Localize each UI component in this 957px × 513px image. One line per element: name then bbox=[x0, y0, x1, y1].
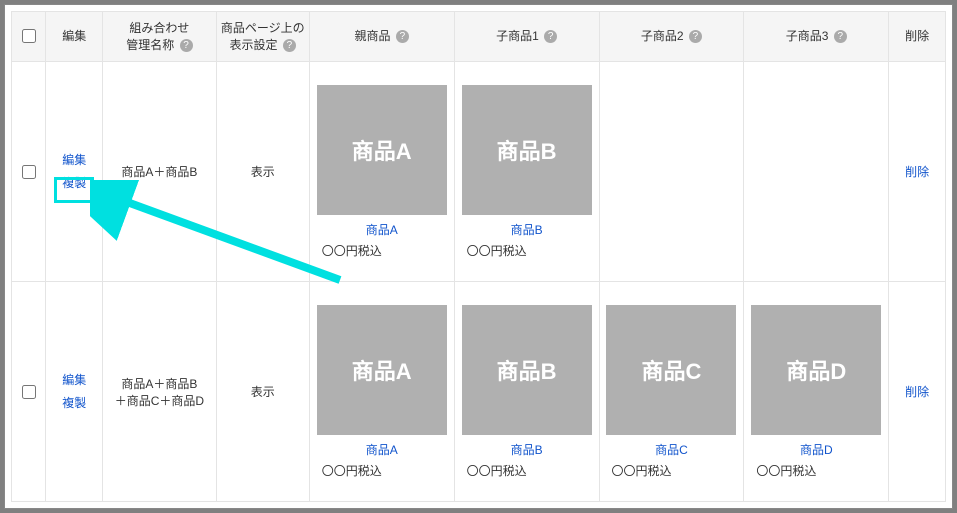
thumb-label: 商品C bbox=[641, 354, 701, 386]
header-child2-label: 子商品2 bbox=[641, 29, 684, 43]
name-text: 商品A＋商品B bbox=[121, 165, 197, 179]
combination-name: 商品A＋商品B bbox=[103, 62, 216, 282]
product-title-link[interactable]: 商品C bbox=[604, 441, 740, 458]
product-thumbnail: 商品B bbox=[462, 85, 592, 215]
help-icon[interactable]: ? bbox=[283, 39, 296, 52]
header-child3-label: 子商品3 bbox=[786, 29, 829, 43]
thumb-label: 商品A bbox=[352, 134, 412, 166]
product-title-link[interactable]: 商品B bbox=[459, 441, 595, 458]
header-delete: 削除 bbox=[889, 12, 946, 62]
header-child2: 子商品2 ? bbox=[599, 12, 744, 62]
header-display-l2: 表示設定 bbox=[230, 38, 278, 52]
child3-product-cell: 商品D 商品D 〇〇円税込 bbox=[744, 282, 889, 502]
table-row: 編集 複製 商品A＋商品B ＋商品C＋商品D 表示 商品A 商品A 〇〇円税込 … bbox=[12, 282, 946, 502]
product-thumbnail: 商品D bbox=[751, 305, 881, 435]
header-checkbox bbox=[12, 12, 46, 62]
product-title-link[interactable]: 商品B bbox=[459, 221, 595, 238]
help-icon[interactable]: ? bbox=[180, 39, 193, 52]
header-parent-label: 親商品 bbox=[355, 29, 391, 43]
help-icon[interactable]: ? bbox=[396, 30, 409, 43]
child1-product-cell: 商品B 商品B 〇〇円税込 bbox=[454, 62, 599, 282]
header-display: 商品ページ上の 表示設定 ? bbox=[216, 12, 309, 62]
header-display-l1: 商品ページ上の bbox=[221, 21, 305, 35]
header-name-l2: 管理名称 bbox=[126, 38, 174, 52]
header-edit-label: 編集 bbox=[62, 29, 86, 43]
child2-product-cell: 商品C 商品C 〇〇円税込 bbox=[599, 282, 744, 502]
product-price: 〇〇円税込 bbox=[748, 462, 884, 479]
name-text-l1: 商品A＋商品B bbox=[121, 377, 197, 391]
help-icon[interactable]: ? bbox=[544, 30, 557, 43]
product-price: 〇〇円税込 bbox=[459, 242, 595, 259]
name-text-l2: ＋商品C＋商品D bbox=[115, 394, 204, 408]
product-title-link[interactable]: 商品A bbox=[314, 441, 450, 458]
product-price: 〇〇円税込 bbox=[314, 462, 450, 479]
copy-link[interactable]: 複製 bbox=[50, 172, 98, 195]
parent-product-cell: 商品A 商品A 〇〇円税込 bbox=[309, 62, 454, 282]
combination-table: 編集 組み合わせ 管理名称 ? 商品ページ上の 表示設定 ? 親商品 ? 子商品… bbox=[11, 11, 946, 502]
header-child1-label: 子商品1 bbox=[496, 29, 539, 43]
parent-product-cell: 商品A 商品A 〇〇円税込 bbox=[309, 282, 454, 502]
header-child1: 子商品1 ? bbox=[454, 12, 599, 62]
delete-link[interactable]: 削除 bbox=[905, 385, 929, 399]
thumb-label: 商品B bbox=[497, 134, 557, 166]
edit-link[interactable]: 編集 bbox=[50, 149, 98, 172]
child3-product-cell bbox=[744, 62, 889, 282]
delete-link[interactable]: 削除 bbox=[905, 165, 929, 179]
product-price: 〇〇円税込 bbox=[314, 242, 450, 259]
product-thumbnail: 商品B bbox=[462, 305, 592, 435]
product-title-link[interactable]: 商品D bbox=[748, 441, 884, 458]
product-price: 〇〇円税込 bbox=[604, 462, 740, 479]
help-icon[interactable]: ? bbox=[834, 30, 847, 43]
combination-name: 商品A＋商品B ＋商品C＋商品D bbox=[103, 282, 216, 502]
thumb-label: 商品D bbox=[786, 354, 846, 386]
header-name: 組み合わせ 管理名称 ? bbox=[103, 12, 216, 62]
display-text: 表示 bbox=[251, 165, 275, 179]
display-setting: 表示 bbox=[216, 62, 309, 282]
product-thumbnail: 商品C bbox=[606, 305, 736, 435]
table-row: 編集 複製 商品A＋商品B 表示 商品A 商品A 〇〇円税込 商品B 商品B 〇… bbox=[12, 62, 946, 282]
table-container: 編集 組み合わせ 管理名称 ? 商品ページ上の 表示設定 ? 親商品 ? 子商品… bbox=[4, 4, 953, 509]
display-setting: 表示 bbox=[216, 282, 309, 502]
copy-link[interactable]: 複製 bbox=[50, 392, 98, 415]
help-icon[interactable]: ? bbox=[689, 30, 702, 43]
select-all-checkbox[interactable] bbox=[22, 29, 36, 43]
child1-product-cell: 商品B 商品B 〇〇円税込 bbox=[454, 282, 599, 502]
product-thumbnail: 商品A bbox=[317, 85, 447, 215]
child2-product-cell bbox=[599, 62, 744, 282]
row-checkbox[interactable] bbox=[22, 165, 36, 179]
header-parent: 親商品 ? bbox=[309, 12, 454, 62]
header-edit: 編集 bbox=[46, 12, 103, 62]
product-title-link[interactable]: 商品A bbox=[314, 221, 450, 238]
thumb-label: 商品A bbox=[352, 354, 412, 386]
header-name-l1: 組み合わせ bbox=[129, 21, 189, 35]
row-checkbox[interactable] bbox=[22, 385, 36, 399]
header-child3: 子商品3 ? bbox=[744, 12, 889, 62]
display-text: 表示 bbox=[251, 385, 275, 399]
thumb-label: 商品B bbox=[497, 354, 557, 386]
header-delete-label: 削除 bbox=[905, 29, 929, 43]
product-thumbnail: 商品A bbox=[317, 305, 447, 435]
product-price: 〇〇円税込 bbox=[459, 462, 595, 479]
edit-link[interactable]: 編集 bbox=[50, 369, 98, 392]
